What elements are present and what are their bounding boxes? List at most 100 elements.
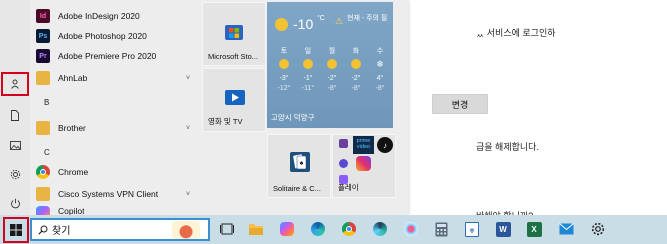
mail-icon [558,223,574,235]
prime-video-icon: prime video [353,136,374,154]
chevron-down-icon: ˅ [186,74,191,82]
app-label: AhnLab [58,73,88,83]
tile-store[interactable]: Microsoft Sto... [202,2,266,66]
day-label: 수 [376,48,384,55]
weather-condition: 현재 - 주의 필 [347,15,388,22]
high-temp: -2° [351,75,361,82]
weather-icons: ❄ [275,59,389,71]
app-button[interactable] [403,221,419,237]
folder-ahnlab[interactable]: AhnLab ˅ [36,68,190,88]
tile-label: Solitaire & C... [273,184,321,193]
gear-icon [10,169,20,179]
day-label: 일 [304,48,312,55]
weather-unit: °C [317,15,325,22]
start-menu: Id Adobe InDesign 2020 Ps Adobe Photosho… [0,0,408,218]
folder-icon [249,224,263,235]
search-icon [38,225,48,235]
word-button[interactable]: W [495,221,511,237]
copilot-icon [280,222,294,236]
weather-location: 고양시 덕양구 [271,113,315,122]
svg-text:♠: ♠ [300,160,304,167]
tile-label: 영화 및 TV [208,117,243,126]
excel-button[interactable]: X [526,221,542,237]
weather-lows: -12° -11° -8° -8° -8° [275,85,389,92]
high-temp: -1° [303,75,313,82]
app-label: Brother [58,123,86,133]
day-label: 화 [352,48,360,55]
low-temp: -8° [375,85,385,92]
calculator-icon [435,222,447,236]
chevron-down-icon: ˅ [186,190,191,198]
word-icon: W [495,221,511,237]
power-button[interactable] [3,193,27,213]
day-label: 월 [328,48,336,55]
folder-cisco[interactable]: Cisco Systems VPN Client ˅ [36,184,190,204]
edge-beta-button[interactable] [372,221,388,237]
low-temp: -11° [301,85,315,92]
bg-text-signin: ᆻ 서비스에 로그인하 [476,28,556,38]
bg-text-release: 급을 해제합니다. [476,142,539,152]
weather-highs: -3° -1° -2° -2° 4° [275,75,389,82]
section-letter-b[interactable]: B [44,98,49,107]
store-icon [225,25,243,40]
warning-icon: ⚠ [335,16,344,26]
weather-days: 토 일 월 화 수 [275,46,389,56]
pictures-button[interactable] [3,135,27,155]
instagram-icon [356,156,371,171]
mail-button[interactable] [558,221,574,237]
low-temp: -12° [277,85,291,92]
tile-label: Microsoft Sto... [208,52,259,61]
hwp-button[interactable]: ㅎ [464,221,480,237]
change-button[interactable]: 변경 [432,94,488,114]
tile-weather[interactable]: -10 °C ⚠ 현재 - 주의 필 토 일 월 화 수 ❄ -3° -1° -… [267,2,393,128]
task-view-button[interactable] [219,221,235,237]
app-label: Adobe InDesign 2020 [58,11,140,21]
premiere-icon: Pr [36,49,50,63]
high-temp: -3° [279,75,289,82]
settings-taskbar-button[interactable] [590,221,606,237]
excel-icon: X [526,221,542,237]
messenger-icon [339,159,348,168]
sun-icon [275,18,288,31]
chrome-button[interactable] [341,221,357,237]
taskbar: 찾기 ㅎ W X [0,215,667,244]
calculator-button[interactable] [433,221,449,237]
app-chrome[interactable]: Chrome [36,162,88,182]
copilot-button[interactable] [279,221,295,237]
app-label: Chrome [58,167,89,177]
search-highlight-icon [172,221,200,239]
picture-icon [9,140,21,150]
low-temp: -8° [351,85,361,92]
edge-button[interactable] [310,221,326,237]
user-icon [11,79,19,89]
file-explorer-button[interactable] [248,221,264,237]
tile-solitaire[interactable]: ♠ Solitaire & C... [267,134,331,198]
settings-button[interactable] [3,164,27,184]
tile-movies[interactable]: 영화 및 TV [202,68,266,132]
sun-icon [327,59,337,69]
power-icon [10,198,20,208]
app-icon [339,139,348,148]
folder-icon [36,71,50,85]
indesign-icon: Id [36,9,50,23]
low-temp: -8° [327,85,337,92]
tile-label: 플레이 [338,183,359,192]
app-indesign[interactable]: Id Adobe InDesign 2020 [36,6,140,26]
app-premiere[interactable]: Pr Adobe Premiere Pro 2020 [36,46,156,66]
day-label: 토 [280,48,288,55]
documents-button[interactable] [3,105,27,125]
sun-icon [279,59,289,69]
folder-brother[interactable]: Brother ˅ [36,118,190,138]
start-button[interactable] [3,217,29,243]
account-button[interactable] [1,72,29,96]
tile-play[interactable]: prime video ♪ 플레이 [332,134,396,198]
section-letter-c[interactable]: C [44,148,50,157]
app-photoshop[interactable]: Ps Adobe Photoshop 2020 [36,26,147,46]
gear-icon [591,222,605,236]
sun-icon [303,59,313,69]
chevron-down-icon: ˅ [186,124,191,132]
search-box[interactable]: 찾기 [30,218,210,241]
chrome-icon [342,222,356,236]
solitaire-icon: ♠ [290,152,310,172]
weather-temp: -10 [293,16,314,32]
